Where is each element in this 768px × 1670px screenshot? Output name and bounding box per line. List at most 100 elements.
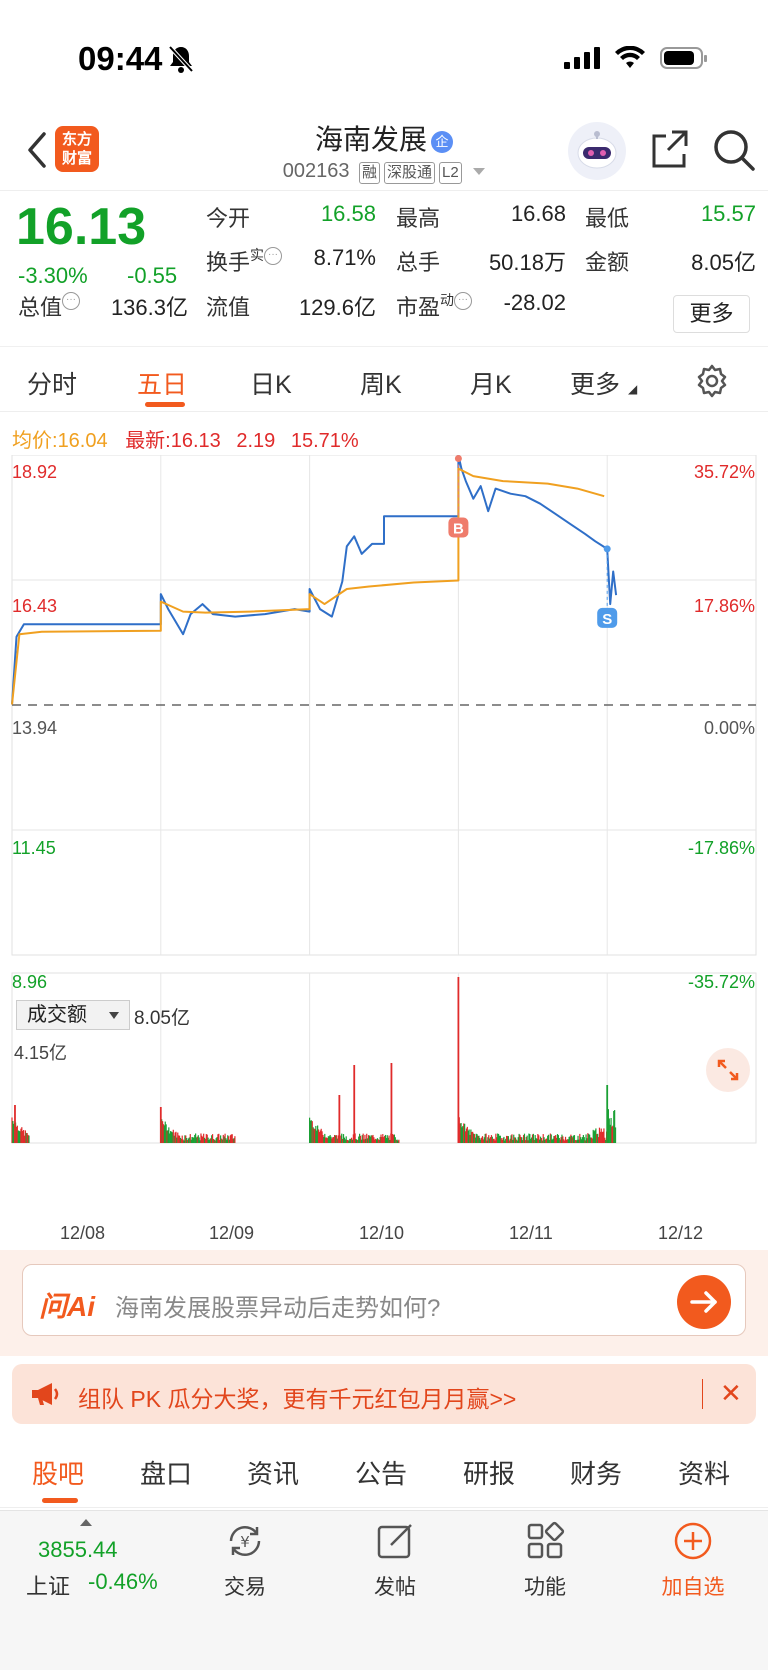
share-icon[interactable] <box>650 128 690 175</box>
stock-name: 海南发展 <box>314 124 427 155</box>
tab-profile[interactable]: 资料 <box>678 1454 730 1491</box>
status-bar: 09:44 <box>0 0 768 110</box>
float-value: 129.6亿 <box>298 295 376 320</box>
tab-research[interactable]: 研报 <box>463 1454 515 1491</box>
content-tabs: 股吧 盘口 资讯 公告 研报 财务 资料 <box>0 1436 768 1508</box>
promo-divider <box>702 1379 703 1409</box>
add-watchlist-label[interactable]: 加自选 <box>643 1571 743 1601</box>
bell-mute-icon <box>168 44 194 79</box>
volume-max-label: 4.15亿 <box>14 1043 68 1063</box>
post-label[interactable]: 发帖 <box>345 1571 445 1601</box>
promo-banner[interactable]: 组队 PK 瓜分大奖，更有千元红包月月赢>> ✕ <box>12 1364 756 1424</box>
plus-circle-icon <box>674 1522 712 1560</box>
tab-announcements[interactable]: 公告 <box>355 1454 407 1491</box>
info-icon: ··· <box>62 292 81 310</box>
y-tick-right: 0.00% <box>703 718 755 738</box>
index-value[interactable]: 3855.44 <box>38 1537 118 1563</box>
buy-marker-label: B <box>453 521 464 538</box>
tab-forum[interactable]: 股吧 <box>32 1454 84 1491</box>
amount-value: 8.05亿 <box>691 250 756 275</box>
functions-button[interactable] <box>495 1519 595 1568</box>
turnover-value: 8.71% <box>313 245 376 270</box>
latest-value: 16.13 <box>170 430 221 452</box>
ai-section: 问Ai 海南发展股票异动后走势如何? <box>0 1250 768 1356</box>
latest-change-pct: 15.71% <box>290 430 359 452</box>
total-value: 136.3亿 <box>110 295 188 320</box>
index-change[interactable]: -0.46% <box>88 1569 158 1595</box>
add-watchlist-button[interactable] <box>643 1519 743 1568</box>
grid-apps-icon <box>527 1521 565 1559</box>
total-value-label: 总值 ··· <box>18 290 81 322</box>
ai-question-box[interactable]: 问Ai 海南发展股票异动后走势如何? <box>22 1264 746 1336</box>
open-label: 今开 <box>206 206 251 231</box>
active-tab-indicator <box>42 1498 78 1503</box>
active-tab-indicator <box>145 402 185 407</box>
chart-tabs: 分时 五日 日K 周K 月K 更多 ◢ <box>0 346 768 412</box>
x-tick: 12/08 <box>60 1223 106 1243</box>
amount-label: 金额 <box>585 250 630 275</box>
expand-chart-button[interactable] <box>706 1048 750 1092</box>
yen-exchange-icon: ¥ <box>229 1525 261 1557</box>
trade-button[interactable]: ¥ <box>195 1519 295 1568</box>
stock-code: 002163 <box>282 160 350 182</box>
pe-value: -28.02 <box>503 290 566 315</box>
chart-legend: 均价:16.04 最新:16.13 2.19 15.71% <box>12 424 359 453</box>
expand-icon <box>717 1059 739 1081</box>
low-label: 最低 <box>585 206 630 231</box>
tab-weekly-k[interactable]: 周K <box>360 365 402 401</box>
y-tick-left: 18.92 <box>12 462 58 482</box>
tab-order-book[interactable]: 盘口 <box>140 1454 192 1491</box>
tab-news[interactable]: 资讯 <box>247 1454 299 1491</box>
tab-finance[interactable]: 财务 <box>570 1454 622 1491</box>
volume-label: 总手 <box>396 250 441 275</box>
volume-value: 50.18万 <box>488 250 566 275</box>
tab-monthly-k[interactable]: 月K <box>470 365 512 401</box>
change-amount: -0.55 <box>127 263 178 288</box>
dropdown-arrow-icon <box>109 1012 119 1019</box>
more-quote-button[interactable]: 更多 <box>673 295 750 333</box>
x-tick: 12/09 <box>209 1223 255 1243</box>
post-button[interactable] <box>345 1519 445 1568</box>
gear-icon[interactable] <box>694 363 730 404</box>
x-tick: 12/11 <box>509 1223 553 1243</box>
close-icon[interactable]: ✕ <box>720 1378 742 1409</box>
info-icon: ··· <box>264 247 283 265</box>
pe-label: 市盈动 ··· <box>396 290 473 322</box>
change-percent: -3.30% <box>18 263 88 288</box>
status-time: 09:44 <box>78 40 163 77</box>
low-value: 15.57 <box>700 201 756 226</box>
price-chart[interactable]: BS <box>0 455 768 1245</box>
tab-more[interactable]: 更多 ◢ <box>570 365 637 401</box>
volume-total: 8.05亿 <box>134 1008 190 1029</box>
tab-intraday[interactable]: 分时 <box>27 365 77 401</box>
arrow-right-icon <box>690 1291 717 1313</box>
open-value: 16.58 <box>320 201 376 226</box>
avg-value: 16.04 <box>57 430 108 452</box>
avg-label: 均价: <box>12 430 58 452</box>
x-tick: 12/10 <box>359 1223 405 1243</box>
tab-daily-k[interactable]: 日K <box>250 365 292 401</box>
expand-up-icon[interactable] <box>80 1519 92 1526</box>
trade-label[interactable]: 交易 <box>195 1571 295 1601</box>
latest-change: 2.19 <box>236 430 276 452</box>
index-name[interactable]: 上证 <box>26 1569 70 1601</box>
sell-marker-label: S <box>602 611 612 628</box>
high-value: 16.68 <box>510 201 566 226</box>
y-tick-left: 8.96 <box>12 972 48 992</box>
tab-five-day[interactable]: 五日 <box>137 365 187 401</box>
latest-label: 最新: <box>125 430 171 452</box>
float-value-label: 流值 <box>206 295 251 320</box>
ai-submit-button[interactable] <box>677 1275 731 1329</box>
functions-label[interactable]: 功能 <box>495 1571 595 1601</box>
assistant-avatar-icon[interactable] <box>568 122 626 180</box>
corp-badge: 企 <box>431 130 453 153</box>
info-icon: ··· <box>454 292 473 310</box>
stock-header: 东方财富 海南发展企 002163 融深股通 L2 <box>0 110 768 190</box>
volume-metric-select[interactable]: 成交额 <box>16 1000 130 1030</box>
megaphone-icon <box>30 1381 62 1412</box>
turnover-label: 换手实 ··· <box>206 245 283 277</box>
search-icon[interactable] <box>712 128 756 177</box>
current-price: 16.13 <box>16 198 147 256</box>
corner-triangle-icon <box>620 385 628 393</box>
average-price-line <box>11 467 605 705</box>
